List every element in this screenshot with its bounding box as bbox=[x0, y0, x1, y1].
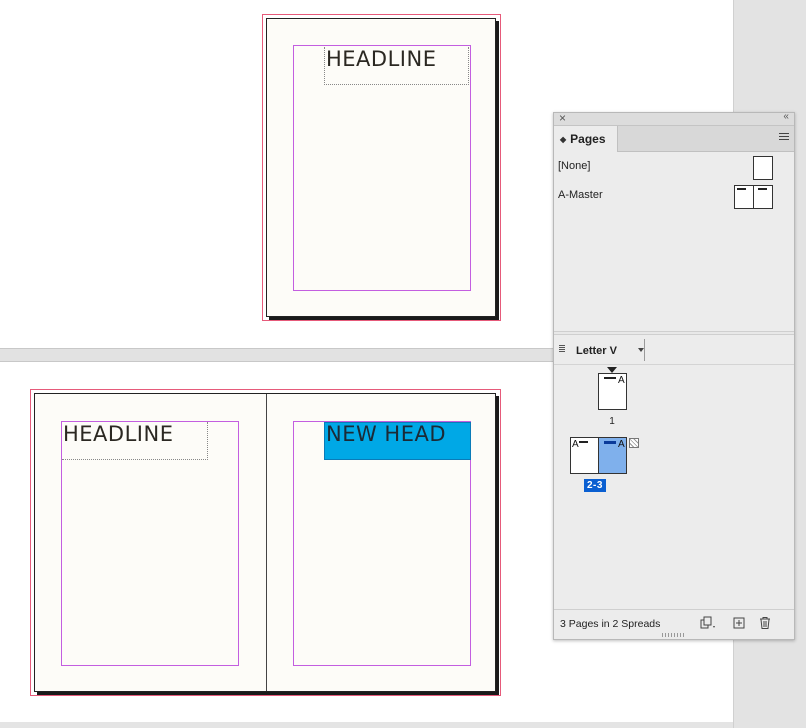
trash-icon[interactable] bbox=[758, 616, 772, 630]
double-chevron-left-icon[interactable]: ‹‹ bbox=[783, 111, 789, 122]
updown-arrows-icon: ◆ bbox=[560, 135, 567, 144]
divider bbox=[644, 339, 645, 361]
new-page-icon[interactable] bbox=[732, 616, 746, 630]
new-head-text[interactable]: NEW HEAD bbox=[326, 424, 446, 445]
master-label: A-Master bbox=[558, 189, 603, 201]
page-size-icon bbox=[559, 345, 565, 354]
tab-pages-label: Pages bbox=[570, 132, 606, 146]
pages-status-text: 3 Pages in 2 Spreads bbox=[560, 618, 661, 630]
panel-titlebar[interactable]: × ‹‹ bbox=[554, 111, 794, 126]
masters-list[interactable]: [None] A-Master bbox=[554, 153, 794, 331]
master-prefix: A bbox=[572, 439, 579, 450]
master-item-none[interactable]: [None] bbox=[554, 153, 794, 181]
thumb-headline-bar bbox=[579, 441, 588, 443]
panel-footer: 3 Pages in 2 Spreads bbox=[554, 609, 794, 639]
master-label: [None] bbox=[558, 160, 591, 172]
pages-area[interactable]: A 1 A A 2-3 bbox=[554, 366, 794, 609]
spread-2-3-number[interactable]: 2-3 bbox=[584, 479, 606, 492]
tab-pages[interactable]: ◆ Pages bbox=[554, 126, 618, 152]
master-prefix: A bbox=[618, 439, 625, 450]
spread-override-icon[interactable] bbox=[629, 438, 639, 448]
spread-spine bbox=[266, 394, 267, 691]
headline-text-left[interactable]: HEADLINE bbox=[63, 424, 173, 445]
page-1-number[interactable]: 1 bbox=[607, 416, 617, 427]
master-thumbnail-left[interactable] bbox=[734, 185, 754, 209]
page-1-thumbnail[interactable]: A bbox=[598, 373, 627, 410]
thumb-headline-bar bbox=[604, 377, 616, 379]
master-item-a-master[interactable]: A-Master bbox=[554, 182, 794, 210]
pages-panel[interactable]: × ‹‹ ◆ Pages [None] A-Master Letter V A … bbox=[553, 111, 795, 640]
close-icon[interactable]: × bbox=[559, 111, 566, 125]
master-thumbnail[interactable] bbox=[753, 156, 773, 180]
panel-tabbar: ◆ Pages bbox=[554, 126, 794, 152]
page-size-row: Letter V bbox=[554, 335, 794, 365]
thumb-headline-bar bbox=[737, 188, 746, 190]
page-3-thumbnail[interactable]: A bbox=[598, 437, 627, 474]
thumb-headline-bar bbox=[758, 188, 767, 190]
hamburger-menu-icon[interactable] bbox=[779, 133, 789, 142]
page-size-dropdown[interactable]: Letter V bbox=[576, 339, 644, 361]
page-1[interactable]: HEADLINE bbox=[266, 18, 496, 317]
page-2-thumbnail[interactable]: A bbox=[570, 437, 599, 474]
page-size-value: Letter V bbox=[576, 345, 617, 357]
edit-page-size-icon[interactable] bbox=[700, 616, 715, 630]
master-prefix: A bbox=[618, 375, 625, 386]
headline-text[interactable]: HEADLINE bbox=[326, 49, 436, 70]
resize-grip-icon[interactable] bbox=[662, 633, 684, 637]
spread-2-3[interactable]: HEADLINE NEW HEAD bbox=[34, 393, 496, 692]
thumb-headline-bar bbox=[604, 441, 616, 444]
master-thumbnail-right[interactable] bbox=[753, 185, 773, 209]
